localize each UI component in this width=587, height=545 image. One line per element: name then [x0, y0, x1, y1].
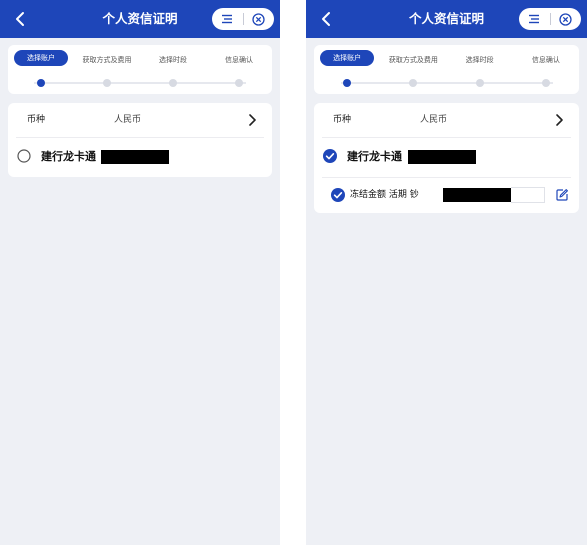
menu-button[interactable]	[519, 8, 550, 30]
check-circle-icon[interactable]	[331, 188, 345, 202]
amount-input[interactable]	[511, 187, 545, 203]
step-select-account: 选择账户	[8, 45, 74, 94]
screen-before-selection: 个人资信证明 选择账户 获取方式及费用 选择时段 信息确认 币种 人民币 建行龙…	[0, 0, 280, 545]
step-dot	[475, 79, 484, 87]
step-label: 选择账户	[14, 50, 68, 66]
step-confirm-info: 信息确认	[206, 45, 272, 94]
currency-label: 币种	[333, 115, 352, 125]
step-dot	[343, 79, 352, 87]
step-select-period: 选择时段	[447, 45, 513, 94]
screen-after-selection: 个人资信证明 选择账户 获取方式及费用 选择时段 信息确认 币种 人民币 建行龙…	[306, 0, 587, 545]
account-name: 建行龙卡通	[41, 150, 96, 163]
step-label: 选择账户	[320, 50, 375, 66]
mini-program-capsule	[519, 8, 581, 30]
step-label: 选择时段	[465, 56, 494, 64]
step-confirm-info: 信息确认	[513, 45, 579, 94]
back-icon[interactable]	[316, 8, 338, 30]
step-select-account: 选择账户	[314, 45, 380, 94]
step-label: 选择时段	[159, 56, 187, 64]
step-dot	[409, 79, 418, 87]
chevron-right-icon	[556, 114, 563, 126]
account-number-redacted	[408, 150, 476, 164]
close-button[interactable]	[551, 8, 582, 30]
step-label: 信息确认	[225, 56, 253, 64]
step-dot	[103, 79, 111, 87]
step-select-period: 选择时段	[140, 45, 206, 94]
close-button[interactable]	[244, 8, 275, 30]
currency-label: 币种	[27, 115, 46, 125]
menu-icon	[529, 14, 540, 24]
account-name: 建行龙卡通	[347, 150, 402, 163]
radio-icon[interactable]	[17, 149, 31, 163]
step-method-fee: 获取方式及费用	[380, 45, 446, 94]
step-progress: 选择账户 获取方式及费用 选择时段 信息确认	[8, 45, 272, 94]
step-dot	[37, 79, 45, 87]
close-circle-icon	[252, 12, 265, 26]
sub-account-option[interactable]: 冻结金额 活期 钞	[314, 177, 579, 213]
step-dot	[169, 79, 177, 87]
nav-bar: 个人资信证明	[306, 0, 587, 38]
account-option[interactable]: 建行龙卡通	[8, 137, 272, 177]
currency-value: 人民币	[420, 115, 448, 125]
step-label: 信息确认	[531, 56, 560, 64]
sub-account-label: 冻结金额 活期 钞	[350, 190, 419, 200]
step-label: 获取方式及费用	[388, 56, 438, 64]
step-progress: 选择账户 获取方式及费用 选择时段 信息确认	[314, 45, 579, 94]
close-circle-icon	[559, 12, 572, 26]
back-icon[interactable]	[10, 8, 32, 30]
step-label: 获取方式及费用	[82, 56, 132, 64]
edit-icon[interactable]	[555, 188, 569, 202]
mini-program-capsule	[212, 8, 274, 30]
step-method-fee: 获取方式及费用	[74, 45, 140, 94]
currency-row[interactable]: 币种 人民币	[314, 103, 579, 137]
menu-button[interactable]	[212, 8, 243, 30]
account-card: 币种 人民币 建行龙卡通 冻结金额 活期 钞	[314, 103, 579, 213]
currency-value: 人民币	[114, 115, 142, 125]
account-card: 币种 人民币 建行龙卡通	[8, 103, 272, 177]
check-circle-icon[interactable]	[323, 149, 337, 163]
currency-row[interactable]: 币种 人民币	[8, 103, 272, 137]
chevron-right-icon	[249, 114, 256, 126]
nav-bar: 个人资信证明	[0, 0, 280, 38]
step-dot	[541, 79, 550, 87]
menu-icon	[222, 14, 233, 24]
step-dot	[235, 79, 243, 87]
account-number-redacted	[101, 150, 169, 164]
account-option[interactable]: 建行龙卡通	[314, 137, 579, 177]
frozen-amount-redacted	[443, 188, 511, 202]
